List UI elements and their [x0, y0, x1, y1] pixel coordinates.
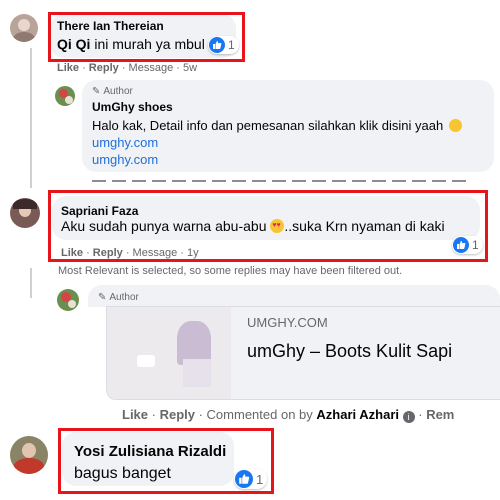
reply-link[interactable]: Reply	[160, 407, 195, 422]
reaction-count[interactable]: 1	[452, 236, 483, 254]
comment-text: Aku sudah punya warna abu-abu ♥♥ ..suka K…	[61, 218, 445, 234]
comment-text: Qi Qi ini murah ya mbul	[57, 36, 205, 52]
reply-link[interactable]: Reply	[89, 62, 119, 74]
author-badge: ✎ Author	[92, 86, 133, 97]
avatar[interactable]	[10, 436, 48, 474]
reaction-count[interactable]: 1	[208, 36, 239, 54]
timestamp[interactable]: 5w	[183, 62, 197, 74]
filter-notice: Most Relevant is selected, so some repli…	[58, 265, 403, 277]
preview-image	[107, 307, 231, 399]
smile-emoji-icon	[448, 119, 462, 132]
thread-line	[30, 268, 32, 298]
pencil-icon: ✎	[92, 86, 101, 97]
reply-link[interactable]: Reply	[93, 247, 123, 259]
like-link[interactable]: Like	[61, 247, 83, 259]
timestamp[interactable]: 1y	[187, 247, 199, 259]
preview-title[interactable]: umGhy – Boots Kulit Sapi	[247, 341, 452, 362]
like-icon	[453, 237, 469, 253]
reply-text: Halo kak, Detail info dan pemesanan sila…	[92, 118, 462, 133]
heart-eyes-emoji-icon: ♥♥	[270, 219, 285, 233]
reply-bubble	[88, 285, 500, 307]
author-badge: ✎ Author	[98, 292, 139, 303]
avatar[interactable]	[57, 289, 79, 311]
like-link[interactable]: Like	[57, 62, 79, 74]
reply-link-1[interactable]: umghy.com	[92, 135, 158, 150]
reply-actions: Like · Reply · Commented on by Azhari Az…	[122, 407, 455, 423]
preview-domain: UMGHY.COM	[247, 315, 328, 330]
clipped-text-row	[92, 178, 472, 184]
reply-link-2[interactable]: umghy.com	[92, 152, 158, 167]
comment-author[interactable]: There Ian Thereian	[57, 19, 164, 33]
message-link[interactable]: Message	[133, 247, 178, 259]
pencil-icon: ✎	[98, 292, 107, 303]
info-icon: i	[402, 411, 415, 423]
reaction-count[interactable]: 1	[234, 469, 268, 489]
remove-link[interactable]: Rem	[426, 407, 454, 422]
comment-author[interactable]: Yosi Zulisiana Rizaldi	[74, 443, 226, 460]
comment-actions: Like · Reply · Message · 1y	[61, 247, 199, 259]
like-icon	[209, 37, 225, 53]
commenter-name[interactable]: Azhari Azhari	[316, 407, 399, 422]
comment-actions: Like · Reply · Message · 5w	[57, 62, 198, 74]
like-link[interactable]: Like	[122, 407, 148, 422]
tagged-user[interactable]: Qi Qi	[57, 36, 90, 52]
reply-author[interactable]: UmGhy shoes	[92, 100, 173, 114]
comment-author[interactable]: Sapriani Faza	[61, 204, 138, 218]
avatar[interactable]	[10, 198, 40, 228]
avatar[interactable]	[10, 14, 38, 42]
comment-text: bagus banget	[74, 465, 171, 482]
link-preview-card[interactable]: UMGHY.COM umGhy – Boots Kulit Sapi	[106, 306, 500, 400]
like-icon	[235, 470, 253, 488]
avatar[interactable]	[55, 86, 75, 106]
thread-line	[30, 48, 32, 188]
message-link[interactable]: Message	[129, 62, 174, 74]
